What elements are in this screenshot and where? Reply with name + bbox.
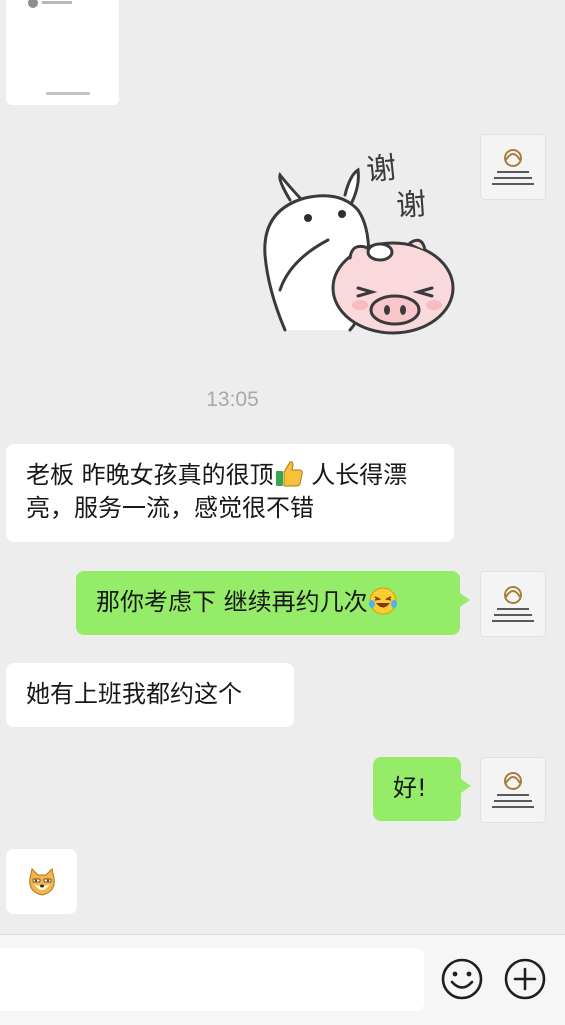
sticker-text-2: 谢 (395, 186, 428, 224)
outgoing-message-bubble[interactable]: 那你考虑下 继续再约几次 (76, 571, 470, 635)
incoming-message-bubble[interactable]: 她有上班我都约这个 (6, 663, 294, 727)
message-text: 老板 昨晚女孩真的很顶 (26, 461, 274, 489)
message-text: 她有上班我都约这个 (26, 680, 242, 708)
more-options-button[interactable] (503, 957, 547, 1001)
doge-emoji-icon (29, 868, 55, 896)
message-text: 好! (393, 774, 427, 802)
plus-circle-icon (504, 958, 546, 1000)
rabbit-pig-sticker-icon (263, 167, 455, 335)
previous-image-message[interactable] (6, 0, 119, 105)
mini-logo-icon (28, 0, 38, 8)
brand-logo-icon (492, 772, 534, 808)
divider-line (46, 92, 90, 95)
thumbs-up-icon (275, 461, 303, 487)
brand-logo-icon (492, 586, 534, 622)
incoming-message-bubble[interactable]: 老板 昨晚女孩真的很顶 人长得漂亮，服务一流，感觉很不错 (6, 444, 454, 542)
my-avatar[interactable] (480, 571, 546, 637)
timestamp: 13:05 (206, 388, 259, 411)
message-text: 那你考虑下 继续再约几次 (96, 588, 368, 616)
smiley-icon (441, 958, 483, 1000)
mini-text-line (42, 1, 72, 4)
my-avatar[interactable] (480, 757, 546, 823)
emoji-button[interactable] (440, 957, 484, 1001)
brand-logo-icon (492, 149, 534, 185)
my-avatar[interactable] (480, 134, 546, 200)
incoming-emoji-bubble[interactable] (6, 849, 77, 914)
thank-you-sticker[interactable]: 谢 谢 (250, 140, 455, 340)
laughing-tears-icon (368, 587, 397, 615)
outgoing-message-bubble[interactable]: 好! (373, 757, 471, 821)
message-input[interactable] (0, 948, 424, 1011)
sticker-text-1: 谢 (364, 150, 399, 189)
